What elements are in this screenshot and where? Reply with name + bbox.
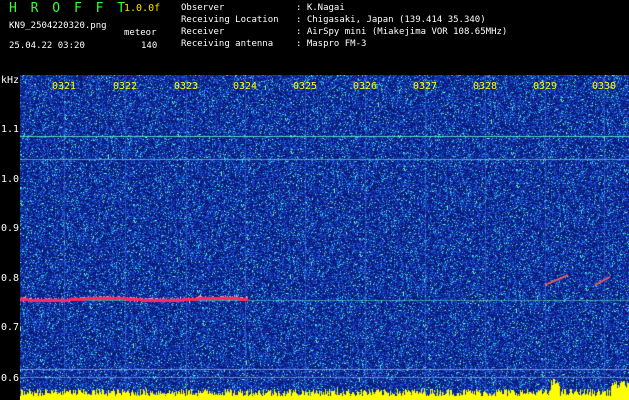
time-mark-0326: 0326	[352, 81, 378, 92]
axis-tick-0-7: 0.7	[1, 322, 20, 333]
axis-tick-0-8: 0.8	[1, 273, 20, 284]
time-mark-0327: 0327	[412, 81, 438, 92]
info-location-value: : Chigasaki, Japan (139.414 35.340)	[296, 15, 486, 25]
time-mark-0325: 0325	[292, 81, 318, 92]
axis-tick-1-0: 1.0	[1, 174, 20, 185]
spectrogram-plot	[20, 75, 629, 400]
filename-label: KN9_2504220320.png	[9, 21, 107, 31]
datetime-label: 25.04.22 03:20	[9, 41, 85, 51]
time-mark-0330: 0330	[591, 81, 617, 92]
info-observer-value: : K.Nagai	[296, 3, 345, 13]
time-mark-0324: 0324	[232, 81, 258, 92]
info-location-label: Receiving Location	[181, 15, 279, 25]
meteor-count: 140	[141, 41, 158, 51]
axis-tick-1-1: 1.1	[1, 124, 20, 135]
info-receiver-label: Receiver	[181, 27, 225, 37]
meteor-label: meteor	[124, 28, 157, 38]
info-antenna-value: : Maspro FM-3	[296, 39, 367, 49]
header-panel: H R O F F T 1.0.0f KN9_2504220320.png me…	[0, 0, 629, 75]
info-antenna-label: Receiving antenna	[181, 39, 274, 49]
time-mark-0329: 0329	[532, 81, 558, 92]
time-mark-0322: 0322	[112, 81, 138, 92]
app-logo: H R O F F T	[9, 1, 129, 16]
axis-tick-0-9: 0.9	[1, 223, 20, 234]
info-observer-label: Observer	[181, 3, 225, 13]
time-mark-0321: 0321	[51, 81, 77, 92]
info-receiver-value: : AirSpy mini (Miakejima VOR 108.65MHz)	[296, 27, 508, 37]
app-version: 1.0.0f	[124, 3, 161, 14]
time-mark-0328: 0328	[472, 81, 498, 92]
axis-unit-label: kHz	[1, 75, 20, 86]
axis-tick-0-6: 0.6	[1, 373, 20, 384]
time-mark-0323: 0323	[173, 81, 199, 92]
